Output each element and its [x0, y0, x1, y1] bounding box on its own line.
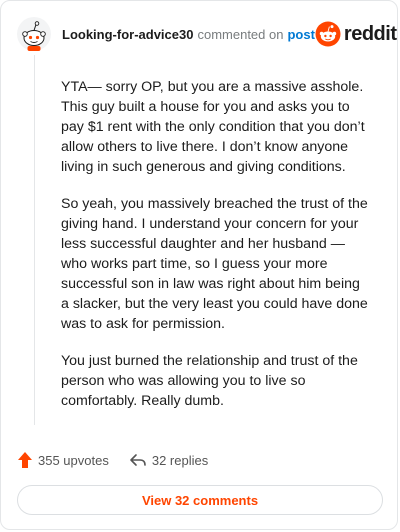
upvote-button[interactable]: 355 upvotes: [17, 451, 109, 469]
comment-actions: 355 upvotes 32 replies: [17, 449, 208, 471]
comment-author[interactable]: Looking-for-advice30: [62, 27, 193, 42]
comment-paragraph: You just burned the relationship and tru…: [61, 353, 358, 409]
reply-arrow-icon: [130, 454, 146, 466]
reddit-logo-icon: [315, 21, 341, 47]
comment-paragraph: YTA— sorry OP, but you are a massive ass…: [61, 79, 365, 175]
view-comments-button[interactable]: View 32 comments: [17, 485, 383, 515]
reddit-wordmark: reddit: [343, 22, 397, 45]
reply-count: 32 replies: [151, 452, 209, 468]
comment-card: Looking-for-advice30 commented on post r…: [0, 0, 398, 530]
post-link[interactable]: post: [287, 27, 314, 42]
upvote-arrow-icon: [18, 452, 32, 468]
thread-line: [34, 55, 35, 425]
reddit-brand[interactable]: reddit: [315, 21, 397, 47]
comment-body: YTA— sorry OP, but you are a massive ass…: [61, 77, 369, 428]
reply-button[interactable]: 32 replies: [129, 452, 208, 468]
comment-header: Looking-for-advice30 commented on post r…: [16, 15, 397, 53]
comment-paragraph: So yeah, you massively breached the trus…: [61, 196, 368, 332]
commented-on-text: commented on: [197, 26, 284, 42]
snoo-avatar-icon[interactable]: [16, 16, 52, 52]
upvote-count: 355 upvotes: [38, 452, 109, 468]
